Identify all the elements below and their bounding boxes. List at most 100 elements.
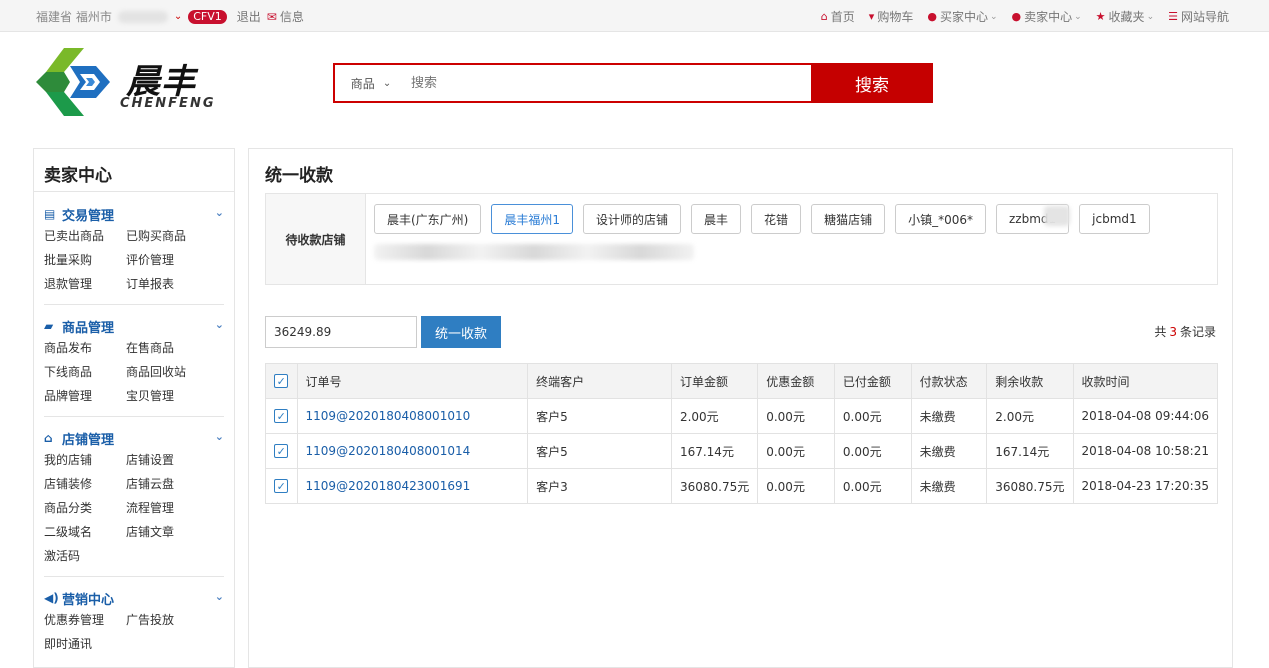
sidebar-item[interactable]: 批量采购	[44, 251, 126, 269]
orders-table: ✓ 订单号 终端客户 订单金额 优惠金额 已付金额 付款状态 剩余收款 收款时间…	[265, 363, 1219, 504]
table-row: ✓ 1109@2020180423001691 客户3 36080.75元 0.…	[265, 468, 1219, 504]
chevron-down-icon[interactable]: ⌄	[174, 11, 182, 22]
unified-payment-button[interactable]: 统一收款	[421, 316, 501, 348]
shop-button[interactable]: 小镇_*006*	[895, 204, 986, 234]
amount-input[interactable]	[265, 316, 417, 348]
sidebar-item[interactable]: 广告投放	[126, 611, 216, 629]
sidebar-item[interactable]: 流程管理	[126, 499, 216, 517]
top-link-label: 首页	[830, 10, 855, 24]
sidebar-group-header[interactable]: ⌂ 店铺管理 ⌄	[44, 429, 224, 448]
column-header: 终端客户	[527, 363, 672, 399]
list-icon: ▤	[44, 207, 56, 221]
sidebar-item[interactable]: 订单报表	[126, 275, 216, 293]
chevron-down-icon: ⌄	[1146, 11, 1155, 22]
column-header: 收款时间	[1072, 363, 1219, 399]
table-cell: 0.00元	[757, 433, 835, 469]
top-link-site-nav[interactable]: ☰ 网站导航	[1168, 8, 1229, 25]
top-link-seller-center[interactable]: ● 卖家中心 ⌄	[1012, 8, 1082, 25]
table-cell: 167.14元	[986, 433, 1074, 469]
chevron-down-icon[interactable]: ⌄	[215, 590, 224, 603]
order-number-link[interactable]: 1109@2020180408001014	[296, 433, 529, 469]
sidebar-item[interactable]: 评价管理	[126, 251, 216, 269]
shop-button[interactable]: jcbmd1	[1079, 204, 1150, 234]
shop-button[interactable]: 晨丰福州1	[491, 204, 574, 234]
location-label[interactable]: 福建省 福州市	[36, 8, 112, 25]
top-link-favorites[interactable]: ★ 收藏夹 ⌄	[1096, 8, 1154, 25]
logo-text-en: CHENFENG	[120, 96, 216, 111]
row-select-cell: ✓	[265, 398, 298, 434]
message-link[interactable]: 信息	[280, 8, 304, 25]
site-logo[interactable]: 晨丰 CHENFENG	[34, 46, 224, 120]
divider	[44, 416, 224, 417]
chevron-down-icon: ⌄	[1074, 11, 1082, 22]
sidebar-item[interactable]: 宝贝管理	[126, 387, 216, 405]
sidebar-item[interactable]: 店铺云盘	[126, 475, 216, 493]
sidebar-item[interactable]: 退款管理	[44, 275, 126, 293]
sidebar-item[interactable]: 激活码	[44, 547, 126, 565]
shop-button[interactable]: 设计师的店铺	[583, 204, 682, 234]
select-all-checkbox[interactable]: ✓	[274, 374, 289, 389]
sidebar-item[interactable]: 商品发布	[44, 339, 126, 357]
row-checkbox[interactable]: ✓	[274, 444, 289, 459]
shop-button[interactable]: 糖猫店铺	[811, 204, 886, 234]
table-cell: 客户5	[527, 398, 672, 434]
sidebar-item[interactable]: 下线商品	[44, 363, 126, 381]
order-number-link[interactable]: 1109@2020180423001691	[296, 468, 529, 504]
home-icon: ⌂	[44, 431, 53, 445]
sidebar-group-shop: ⌂ 店铺管理 ⌄ 我的店铺 店铺设置 店铺装修 店铺云盘 商品分类 流程管理 二…	[44, 429, 224, 565]
blurred-content	[374, 244, 694, 260]
table-cell: 36080.75元	[670, 468, 759, 504]
sidebar-item[interactable]: 商品回收站	[126, 363, 216, 381]
sidebar-item[interactable]: 即时通讯	[44, 635, 126, 653]
sidebar-item[interactable]: 已购买商品	[126, 227, 216, 245]
top-bar-right: ⌂ 首页 ▾ 购物车 ● 买家中心 ⌄ ● 卖家中心 ⌄ ★ 收藏夹 ⌄ ☰ 网站导航	[807, 8, 1229, 25]
sidebar-item[interactable]: 店铺文章	[126, 523, 216, 541]
sidebar-item[interactable]: 已卖出商品	[44, 227, 126, 245]
chevron-down-icon[interactable]: ⌄	[215, 430, 224, 443]
divider	[44, 576, 224, 577]
table-cell: 未缴费	[910, 398, 988, 434]
chevron-down-icon[interactable]: ⌄	[215, 206, 224, 219]
sidebar-group-header[interactable]: ◀) 营销中心 ⌄	[44, 589, 224, 608]
search-input[interactable]	[407, 65, 811, 101]
row-checkbox[interactable]: ✓	[274, 479, 289, 494]
sidebar-item[interactable]: 店铺装修	[44, 475, 126, 493]
sidebar-item[interactable]: 二级域名	[44, 523, 126, 541]
top-link-buyer-center[interactable]: ● 买家中心 ⌄	[927, 8, 997, 25]
order-number-link[interactable]: 1109@2020180408001010	[296, 398, 529, 434]
sidebar-group-header[interactable]: ▤ 交易管理 ⌄	[44, 205, 224, 224]
top-link-label: 买家中心	[939, 10, 988, 24]
chevron-down-icon[interactable]: ⌄	[215, 318, 224, 331]
pending-shops-label: 待收款店铺	[266, 194, 366, 284]
table-cell: 167.14元	[670, 433, 759, 469]
search-bar: 商品 ⌄ 搜索	[333, 63, 933, 103]
column-header: 付款状态	[910, 363, 988, 399]
sidebar-item[interactable]: 品牌管理	[44, 387, 126, 405]
search-category-select[interactable]: 商品 ⌄	[335, 65, 407, 101]
search-button[interactable]: 搜索	[811, 63, 933, 103]
sidebar-item[interactable]: 在售商品	[126, 339, 216, 357]
sidebar-group-header[interactable]: ▰ 商品管理 ⌄	[44, 317, 224, 336]
sidebar-item[interactable]: 商品分类	[44, 499, 126, 517]
row-checkbox[interactable]: ✓	[274, 409, 289, 424]
table-cell: 0.00元	[833, 433, 912, 469]
page-title: 统一收款	[265, 166, 333, 186]
row-select-cell: ✓	[265, 468, 298, 504]
shop-button[interactable]: 晨丰(广东广州)	[374, 204, 482, 234]
shop-button[interactable]: 花错	[751, 204, 802, 234]
table-cell: 2018-04-23 17:20:35	[1072, 468, 1219, 504]
top-link-cart[interactable]: ▾ 购物车	[869, 8, 914, 25]
sidebar-item[interactable]: 优惠券管理	[44, 611, 126, 629]
record-count-prefix: 共	[1154, 325, 1167, 339]
table-row: ✓ 1109@2020180408001010 客户5 2.00元 0.00元 …	[265, 398, 1219, 434]
top-link-label: 网站导航	[1180, 10, 1229, 24]
sidebar-item[interactable]: 店铺设置	[126, 451, 216, 469]
sidebar-item[interactable]: 我的店铺	[44, 451, 126, 469]
top-link-label: 收藏夹	[1108, 10, 1145, 24]
top-link-home[interactable]: ⌂ 首页	[821, 8, 855, 25]
shop-button[interactable]: 晨丰	[691, 204, 742, 234]
logo-mark-icon	[36, 48, 110, 116]
table-cell: 36080.75元	[986, 468, 1074, 504]
logout-link[interactable]: 退出	[237, 8, 261, 25]
sidebar-group-title: 店铺管理	[62, 432, 115, 448]
